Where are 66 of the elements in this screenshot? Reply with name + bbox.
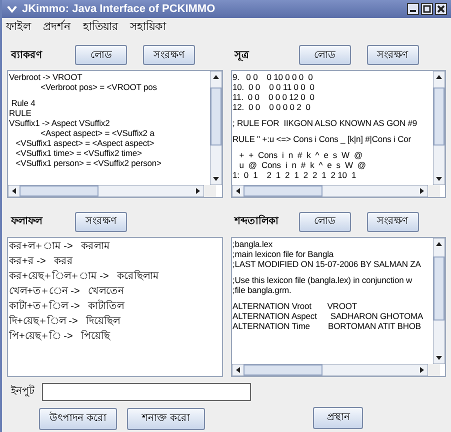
panel-label: সূত্র <box>233 48 250 62</box>
text-line: কর+র -> করর <box>9 254 74 268</box>
scrollbar-corner <box>428 185 440 197</box>
scrollbar-corner <box>204 185 216 197</box>
button[interactable]: উৎপাদন করো <box>39 408 117 430</box>
input-field[interactable] <box>42 382 251 400</box>
text-line: Rule 4 <box>10 98 36 108</box>
text-line: <VSuffix1 time> = <VSuffix2 time> <box>14 148 143 158</box>
window-title: JKimmo: Java Interface of PCKIMMO <box>22 2 216 17</box>
panel-label: শব্দতালিকা <box>232 214 280 229</box>
text-line: কর+য়েছ+িল+াম -> করেছিলাম <box>9 269 160 284</box>
chevron-icon[interactable] <box>6 4 18 14</box>
button[interactable]: লোড <box>298 212 350 232</box>
button[interactable]: সংরক্ষণ <box>366 45 418 65</box>
text-line: + + Cons i n # k ^ e s W @ <box>238 150 364 160</box>
text-line: <Verbroot pos> = <VROOT pos <box>40 82 158 92</box>
text-line: খেল+ত+েন -> খেলতেন <box>9 284 126 298</box>
horizontal-scrollbar[interactable] <box>232 185 428 197</box>
button[interactable]: সংরক্ষণ <box>75 212 127 232</box>
text-line: ALTERNATION Time BORTOMAN ATIT BHOB <box>232 320 422 330</box>
text-line: ; RULE FOR IIKGON ALSO KNOWN AS GON #9 <box>232 118 418 128</box>
minimize-icon[interactable] <box>407 3 419 15</box>
button[interactable]: শনাক্ত করো <box>127 408 205 430</box>
text-line: পি+য়েছ+ি -> পিয়েছি <box>9 329 112 344</box>
text-line: 10. 0 0 0 0 11 0 0 0 <box>232 82 316 92</box>
button[interactable]: লোড <box>298 45 350 65</box>
vertical-scrollbar[interactable] <box>210 71 222 185</box>
text-line: ;file bangla.grm. <box>232 284 292 294</box>
button[interactable]: প্রস্থান <box>313 406 364 428</box>
horizontal-scrollbar[interactable] <box>232 364 428 376</box>
text-line: ALTERNATION Aspect SADHARON GHOTOMA <box>232 310 424 320</box>
text-line: কর+ল+াম -> করলাম <box>9 240 112 254</box>
vertical-scrollbar[interactable] <box>433 71 445 185</box>
text-line: 1: 0 1 2 1 2 1 2 2 1 2 10 1 <box>232 170 358 180</box>
panel-label: ব্যাকরণ <box>10 48 44 62</box>
text-line: Verbroot -> VROOT <box>9 72 84 82</box>
text-line: ;Use this lexicon file (bangla.lex) in conjunction w <box>232 274 414 284</box>
menu-item[interactable]: প্রদর্শন <box>43 18 71 36</box>
text-line: ;main lexicon file for Bangla <box>232 248 335 258</box>
input-label: ইনপুট <box>10 384 34 399</box>
text-line: <VSuffix1 aspect> = <Aspect aspect> <box>14 138 156 148</box>
text-line: <Aspect aspect> = <VSuffix2 a <box>40 128 156 138</box>
horizontal-scrollbar[interactable] <box>8 185 204 197</box>
close-icon[interactable] <box>435 3 447 15</box>
text-line: RULE " +:u <=> Cons i Cons _ [k|n] #|Cons i Cor <box>232 134 412 144</box>
text-line: দি+য়েছ+িল -> দিয়েছিল <box>9 314 122 328</box>
text-line: 9. 0 0 0 10 0 0 0 0 <box>232 72 314 82</box>
text-line: ALTERNATION Vroot VROOT <box>232 300 358 310</box>
menu-item[interactable]: সহায়িকা <box>130 18 166 36</box>
text-line: ;bangla.lex <box>232 238 274 248</box>
vertical-scrollbar[interactable] <box>433 238 445 364</box>
button[interactable]: লোড <box>75 45 127 65</box>
text-line: RULE <box>9 108 32 118</box>
panel-label: ফলাফল <box>10 215 44 229</box>
text-line: ;LAST MODIFIED ON 15-07-2006 BY SALMAN ZA <box>232 258 422 268</box>
text-line: <VSuffix1 person> = <VSuffix2 person> <box>14 158 162 168</box>
menu-item[interactable]: হাতিয়ার <box>83 18 118 36</box>
maximize-icon[interactable] <box>421 3 433 15</box>
button[interactable]: সংরক্ষণ <box>143 45 195 65</box>
text-line: কাটা+ত+িল -> কাটাতিল <box>9 298 126 314</box>
text-line: u @ Cons i n # k ^ e s W @ <box>238 160 367 170</box>
text-line: VSuffix1 -> Aspect VSuffix2 <box>9 118 111 128</box>
button[interactable]: সংরক্ষণ <box>366 212 418 232</box>
menu-item[interactable]: ফাইল <box>6 18 31 36</box>
text-line: 12. 0 0 0 0 0 0 2 0 <box>232 102 312 112</box>
text-line: 11. 0 0 0 0 0 12 0 0 <box>232 92 316 102</box>
